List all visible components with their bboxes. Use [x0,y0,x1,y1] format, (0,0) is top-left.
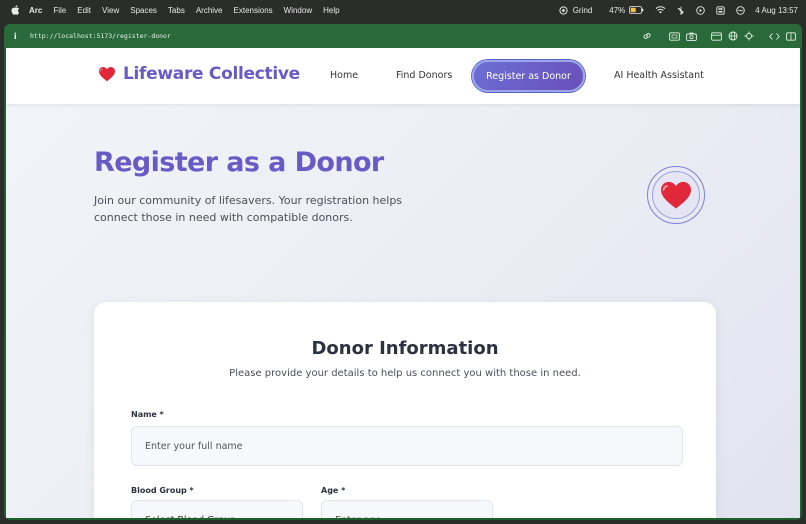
webpage: Lifeware Collective Home Find Donors Reg… [6,48,800,518]
name-label: Name * [131,410,164,419]
address-bar[interactable]: i http://localhost:5173/register-donor [4,24,802,48]
menu-file[interactable]: File [53,6,66,15]
apple-icon[interactable] [11,5,21,15]
code-icon[interactable] [769,32,780,41]
blood-group-select[interactable]: Select Blood Group [131,500,303,518]
bluetooth-off-icon[interactable] [677,6,685,15]
nav-register-donor-button[interactable]: Register as Donor [472,60,585,92]
battery-percent: 47% [609,5,626,15]
url-text[interactable]: http://localhost:5173/register-donor [30,32,171,40]
brand-logo[interactable]: Lifeware Collective [98,64,300,84]
nav-home-link[interactable]: Home [330,70,358,81]
capture-icon[interactable] [669,31,680,41]
name-input[interactable]: Enter your full name [131,426,683,466]
age-input[interactable]: Enter age [321,500,493,518]
hero-heart-badge [647,166,705,224]
camera-icon[interactable] [686,32,697,41]
blood-group-label: Blood Group * [131,486,194,495]
brand-name: Lifeware Collective [123,64,300,84]
site-navbar: Lifeware Collective Home Find Donors Reg… [6,48,800,104]
form-title: Donor Information [311,338,499,359]
menu-view[interactable]: View [102,6,119,15]
menu-edit[interactable]: Edit [77,6,91,15]
battery-icon[interactable] [629,6,644,14]
nav-ai-health-assistant-link[interactable]: AI Health Assistant [614,70,704,81]
menu-extensions[interactable]: Extensions [234,6,273,15]
menu-window[interactable]: Window [284,6,312,15]
menu-tabs[interactable]: Tabs [168,6,185,15]
extensions-icon[interactable] [744,31,754,41]
page-subtitle: Join our community of lifesavers. Your r… [94,194,403,224]
page-title: Register as a Donor [94,147,384,178]
menu-help[interactable]: Help [323,6,339,15]
site-info-icon[interactable]: i [14,31,24,41]
hero-heart-badge-inner [652,171,700,219]
nav-find-donors-link[interactable]: Find Donors [396,70,452,81]
menu-app-arc[interactable]: Arc [29,6,42,15]
wifi-icon[interactable] [655,6,666,14]
menu-archive[interactable]: Archive [196,6,223,15]
clock-datetime[interactable]: 4 Aug 13:57 [755,6,798,15]
browser-window: i http://localhost:5173/register-donor L… [4,24,802,520]
screen-record-icon[interactable] [696,5,706,15]
donor-form-card: Donor Information Please provide your de… [94,302,716,518]
sidebar-toggle-icon[interactable] [711,31,722,41]
control-center-icon[interactable] [716,5,725,15]
grind-app-icon[interactable] [559,5,568,15]
form-subtitle: Please provide your details to help us c… [229,368,581,379]
grind-status-label[interactable]: Grind [573,6,593,15]
split-view-icon[interactable] [786,31,796,41]
siri-icon[interactable] [736,5,746,15]
red-heart-icon [99,67,115,82]
globe-icon[interactable] [728,31,738,41]
menu-spaces[interactable]: Spaces [130,6,157,15]
macos-menubar: Arc File Edit View Spaces Tabs Archive E… [0,0,806,20]
copy-link-icon[interactable] [642,31,652,41]
red-heart-icon [661,181,691,209]
age-label: Age * [321,486,346,495]
